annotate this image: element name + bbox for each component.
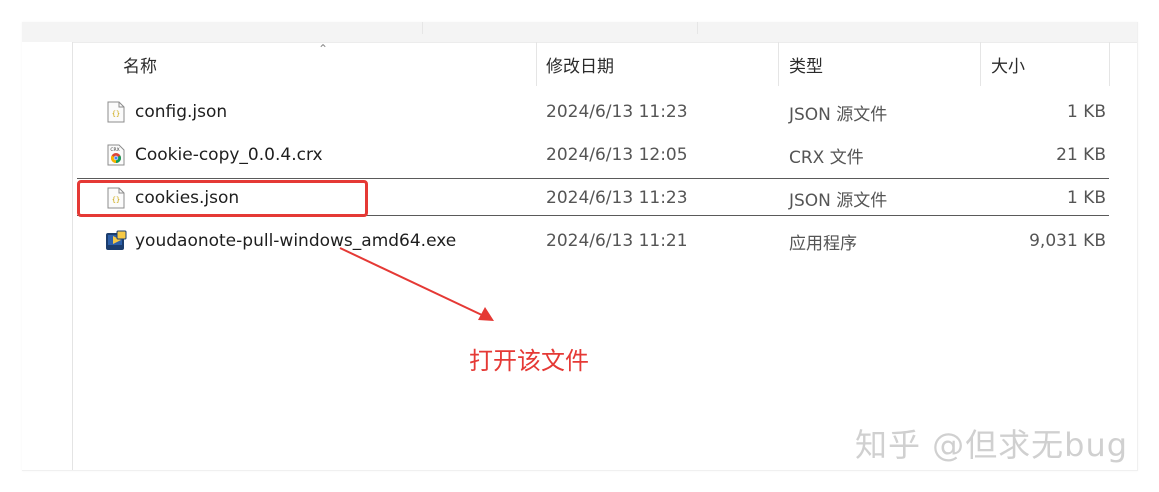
navigation-pane-divider[interactable] bbox=[72, 42, 73, 470]
file-row[interactable]: {} config.json 2024/6/13 11:23 JSON 源文件 … bbox=[77, 92, 1106, 132]
crx-file-icon: CRX bbox=[107, 144, 125, 166]
toolbar-separator bbox=[697, 22, 698, 34]
file-row[interactable]: CRX Cookie-copy_0.0.4.crx 2024/6/13 12:0… bbox=[77, 135, 1106, 175]
json-file-icon: {} bbox=[107, 101, 125, 123]
svg-text:CRX: CRX bbox=[110, 147, 119, 153]
file-modified: 2024/6/13 11:23 bbox=[546, 102, 688, 122]
watermark: 知乎 @但求无bug bbox=[855, 426, 1129, 464]
file-type: JSON 源文件 bbox=[789, 190, 888, 211]
column-separator[interactable] bbox=[980, 42, 981, 86]
svg-text:{}: {} bbox=[112, 110, 120, 118]
column-separator[interactable] bbox=[1109, 42, 1110, 86]
column-separator[interactable] bbox=[536, 42, 537, 86]
file-modified: 2024/6/13 12:05 bbox=[546, 145, 688, 165]
highlight-box bbox=[77, 180, 368, 217]
column-header-size[interactable]: 大小 bbox=[991, 42, 1025, 86]
column-header-name[interactable]: 名称 bbox=[123, 42, 157, 86]
file-type: CRX 文件 bbox=[789, 147, 864, 168]
file-size: 1 KB bbox=[1066, 102, 1106, 122]
file-name[interactable]: config.json bbox=[135, 92, 227, 132]
column-header-modified[interactable]: 修改日期 bbox=[546, 42, 614, 86]
file-name[interactable]: youdaonote-pull-windows_amd64.exe bbox=[135, 221, 456, 261]
file-type: 应用程序 bbox=[789, 233, 857, 254]
toolbar-separator bbox=[422, 22, 423, 34]
file-row[interactable]: youdaonote-pull-windows_amd64.exe 2024/6… bbox=[77, 221, 1106, 261]
exe-file-icon bbox=[106, 230, 127, 250]
sort-ascending-icon: ⌃ bbox=[318, 42, 329, 56]
toolbar-strip bbox=[22, 22, 1137, 43]
file-type: JSON 源文件 bbox=[789, 104, 888, 125]
file-size: 9,031 KB bbox=[1029, 231, 1106, 251]
file-size: 1 KB bbox=[1066, 188, 1106, 208]
file-modified: 2024/6/13 11:23 bbox=[546, 188, 688, 208]
file-modified: 2024/6/13 11:21 bbox=[546, 231, 688, 251]
column-header-type[interactable]: 类型 bbox=[789, 42, 823, 86]
file-size: 21 KB bbox=[1056, 145, 1106, 165]
column-separator[interactable] bbox=[778, 42, 779, 86]
file-name[interactable]: Cookie-copy_0.0.4.crx bbox=[135, 135, 323, 175]
annotation-text: 打开该文件 bbox=[469, 347, 589, 375]
navigation-pane[interactable] bbox=[22, 42, 72, 470]
screenshot-page: ⌃ 名称 修改日期 类型 大小 {} config.json 2024/6/13… bbox=[0, 0, 1159, 492]
